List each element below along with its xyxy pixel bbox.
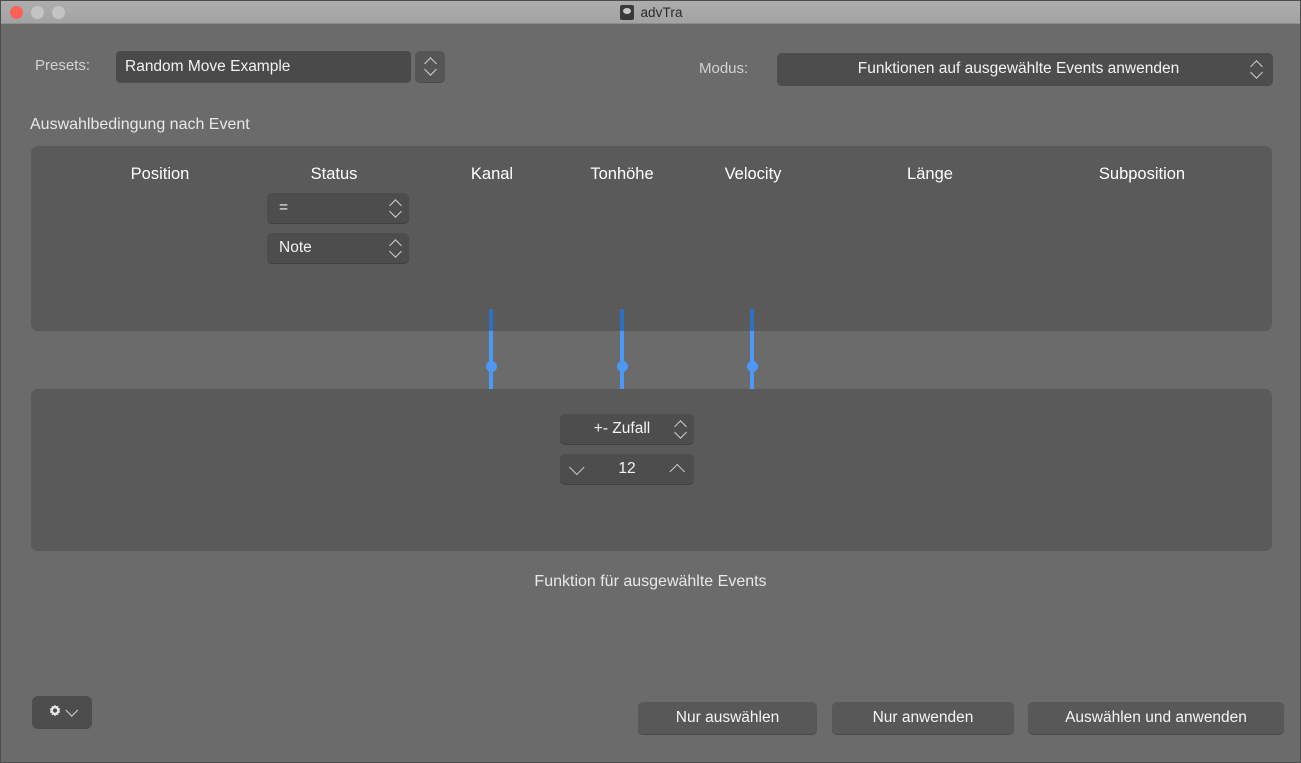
title-group: advTra (1, 1, 1300, 24)
chevron-up-icon[interactable] (669, 463, 685, 479)
updown-chevron-icon (1250, 59, 1263, 79)
presets-stepper-button[interactable] (415, 51, 445, 82)
connector-knob[interactable] (746, 361, 758, 372)
select-and-apply-button[interactable]: Auswählen und anwenden (1028, 702, 1284, 734)
updown-chevron-icon (674, 419, 687, 439)
select-only-button[interactable]: Nur auswählen (638, 702, 817, 734)
conditions-panel: Position Status Kanal Tonhöhe Velocity L… (31, 146, 1272, 331)
connector-knob[interactable] (616, 361, 628, 372)
column-header-subposition: Subposition (1098, 165, 1186, 183)
column-header-status: Status (310, 165, 358, 183)
status-type-value: Note (279, 239, 312, 256)
column-header-position: Position (130, 165, 190, 183)
column-header-velocity: Velocity (724, 165, 782, 183)
close-button[interactable] (10, 5, 23, 19)
action-menu-button[interactable] (32, 696, 92, 728)
updown-chevron-icon (389, 238, 402, 258)
modus-popup-value: Funktionen auf ausgewählte Events anwend… (857, 60, 1180, 77)
column-header-tonhoehe: Tonhöhe (590, 165, 654, 183)
functions-panel: +- Zufall 12 (31, 389, 1272, 551)
connector-segment-middle (750, 331, 754, 389)
conditions-caption: Auswahlbedingung nach Event (30, 116, 250, 133)
functions-caption: Funktion für ausgewählte Events (534, 573, 767, 590)
function-popup-value: +- Zufall (593, 420, 651, 437)
app-window: advTra Presets: Random Move Example Modu… (0, 0, 1301, 763)
connector-segment-top (489, 309, 493, 331)
presets-label: Presets: (35, 57, 91, 74)
function-popup-button[interactable]: +- Zufall (560, 414, 694, 444)
chevron-down-icon (65, 703, 79, 717)
column-header-kanal: Kanal (470, 165, 514, 183)
status-operator-value: = (279, 199, 289, 216)
minimize-button[interactable] (31, 5, 44, 19)
connector-segment-top (750, 309, 754, 331)
modus-popup-button[interactable]: Funktionen auf ausgewählte Events anwend… (777, 53, 1273, 85)
titlebar: advTra (1, 1, 1300, 24)
window-controls (10, 5, 65, 19)
gear-icon (47, 704, 63, 720)
function-amount-value: 12 (618, 460, 636, 477)
app-icon (620, 5, 635, 20)
status-type-popup[interactable]: Note (267, 233, 409, 263)
function-amount-stepper[interactable]: 12 (560, 454, 694, 484)
connector-segment-top (620, 309, 624, 331)
updown-chevron-icon (389, 198, 402, 218)
maximize-button[interactable] (52, 5, 65, 19)
updown-chevron-icon (423, 57, 437, 76)
connector-knob[interactable] (485, 361, 497, 372)
column-header-laenge: Länge (907, 165, 953, 183)
modus-label: Modus: (699, 60, 749, 77)
window-title: advTra (640, 5, 683, 20)
presets-field[interactable]: Random Move Example (116, 51, 411, 82)
apply-only-button[interactable]: Nur anwenden (832, 702, 1014, 734)
connector-segment-middle (620, 331, 624, 389)
status-operator-popup[interactable]: = (267, 193, 409, 223)
connector-segment-middle (489, 331, 493, 389)
